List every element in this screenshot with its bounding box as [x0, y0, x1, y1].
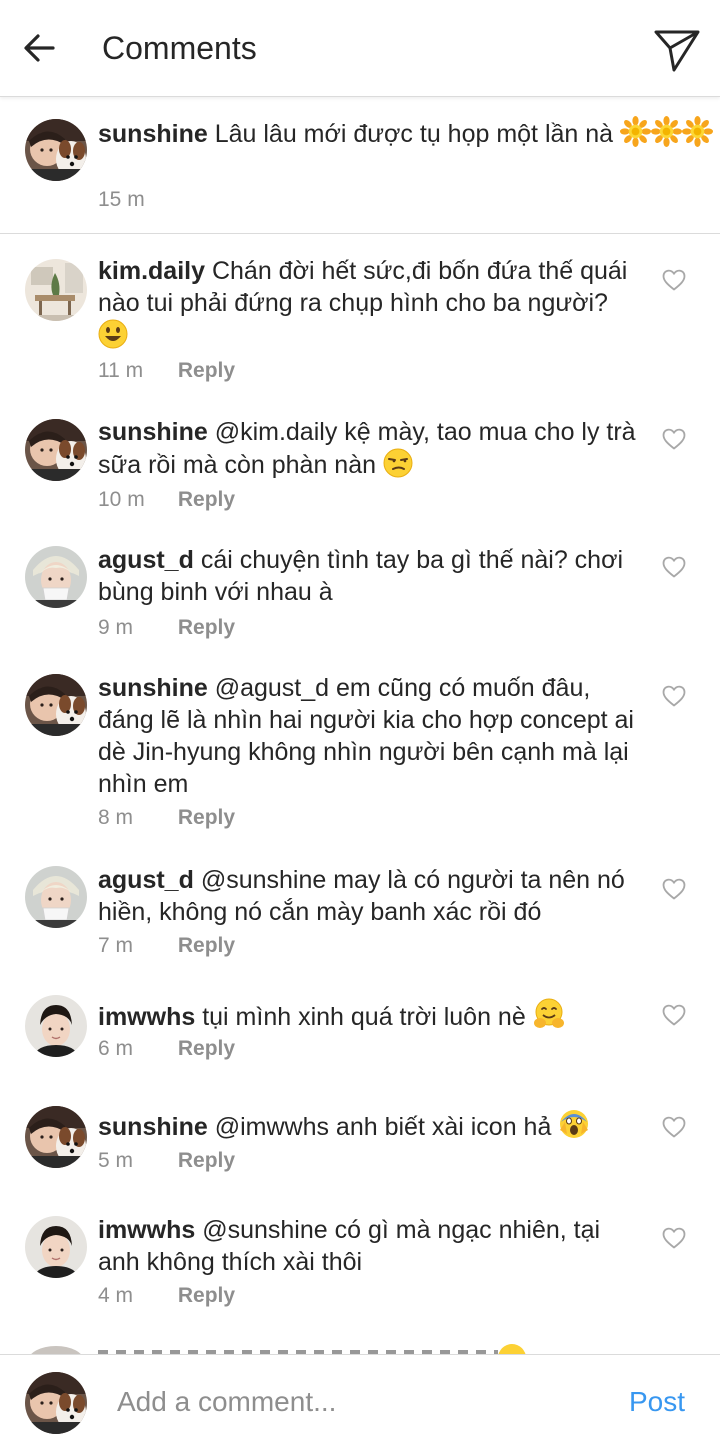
- sunflower-emoji-icon: [651, 116, 682, 147]
- comment-meta: 10 m Reply: [98, 488, 235, 512]
- avatar[interactable]: [25, 119, 87, 181]
- back-button[interactable]: [20, 28, 60, 68]
- heart-icon[interactable]: [662, 269, 686, 291]
- comment-composer: Post: [0, 1354, 720, 1447]
- reply-button[interactable]: Reply: [178, 359, 235, 382]
- comment-item: kim.daily Chán đời hết sức,đi bốn đứa th…: [0, 235, 720, 395]
- comment-item: imwwhs @sunshine có gì mà ngạc nhiên, tạ…: [0, 1198, 720, 1340]
- heart-icon[interactable]: [662, 1004, 686, 1026]
- share-button[interactable]: [652, 26, 702, 74]
- hugging-emoji-icon: [533, 998, 564, 1028]
- avatar[interactable]: [25, 259, 87, 321]
- comment-text: agust_d @sunshine may là có người ta nên…: [98, 864, 644, 928]
- comment-meta: 15 m: [98, 188, 145, 212]
- reply-button[interactable]: Reply: [178, 1149, 235, 1172]
- sunflower-emoji-icon: [620, 116, 651, 147]
- comment-item: sunshine @imwwhs anh biết xài icon hả 5 …: [0, 1086, 720, 1198]
- heart-icon[interactable]: [662, 685, 686, 707]
- comment-item: sunshine @agust_d em cũng có muốn đâu, đ…: [0, 656, 720, 848]
- avatar[interactable]: [25, 419, 87, 481]
- comment-meta: 6 m Reply: [98, 1037, 235, 1061]
- arrow-left-icon: [24, 34, 55, 62]
- heart-icon[interactable]: [662, 428, 686, 450]
- username[interactable]: imwwhs: [98, 1003, 195, 1031]
- heart-icon[interactable]: [662, 556, 686, 578]
- timestamp: 4 m: [98, 1284, 134, 1307]
- post-caption: sunshine Lâu lâu mới được tụ họp một lần…: [0, 98, 720, 234]
- username[interactable]: sunshine: [98, 1113, 208, 1141]
- avatar[interactable]: [25, 995, 87, 1057]
- comment-body: Lâu lâu mới được tụ họp một lần nà: [214, 120, 614, 148]
- comment-text: kim.daily Chán đời hết sức,đi bốn đứa th…: [98, 255, 644, 352]
- comment-body: tụi mình xinh quá trời luôn nè: [202, 1003, 526, 1031]
- username[interactable]: imwwhs: [98, 1216, 195, 1244]
- comment-meta: 11 m Reply: [98, 359, 235, 383]
- comment-body: @imwwhs anh biết xài icon hả: [214, 1113, 552, 1141]
- emoji-icon: [498, 1344, 526, 1354]
- comment-item: agust_d @sunshine may là có người ta nên…: [0, 848, 720, 976]
- comment-text: imwwhs @sunshine có gì mà ngạc nhiên, tạ…: [98, 1214, 644, 1278]
- reply-button[interactable]: Reply: [178, 806, 235, 829]
- heart-icon[interactable]: [662, 1116, 686, 1138]
- reply-button[interactable]: Reply: [178, 934, 235, 957]
- username[interactable]: agust_d: [98, 546, 194, 574]
- comment-meta: 4 m Reply: [98, 1284, 235, 1308]
- username[interactable]: sunshine: [98, 674, 208, 702]
- comment-text: sunshine @agust_d em cũng có muốn đâu, đ…: [98, 672, 644, 800]
- comment-text: agust_d cái chuyện tình tay ba gì thế nà…: [98, 544, 644, 608]
- page-title: Comments: [102, 30, 257, 66]
- comment-meta: 9 m Reply: [98, 616, 235, 640]
- comment-meta: 8 m Reply: [98, 806, 235, 830]
- comment-input[interactable]: [117, 1381, 597, 1423]
- comment-item: sunshine @kim.daily kệ mày, tao mua cho …: [0, 396, 720, 526]
- username[interactable]: agust_d: [98, 866, 194, 894]
- timestamp: 15 m: [98, 188, 145, 211]
- reply-button[interactable]: Reply: [178, 1037, 235, 1060]
- timestamp: 10 m: [98, 488, 145, 511]
- reply-button[interactable]: Reply: [178, 1284, 235, 1307]
- heart-icon[interactable]: [662, 1227, 686, 1249]
- timestamp: 6 m: [98, 1037, 134, 1060]
- top-bar: Comments: [0, 0, 720, 97]
- reply-button[interactable]: Reply: [178, 488, 235, 511]
- smiley-emoji-icon: [98, 319, 128, 349]
- comment-meta: 7 m Reply: [98, 934, 235, 958]
- caption-text: sunshine Lâu lâu mới được tụ họp một lần…: [98, 116, 718, 150]
- avatar: [25, 1372, 87, 1434]
- timestamp: 8 m: [98, 806, 134, 829]
- sunflower-emoji-icon: [682, 116, 713, 147]
- timestamp: 11 m: [98, 359, 144, 382]
- comment-item: agust_d cái chuyện tình tay ba gì thế nà…: [0, 526, 720, 656]
- paper-plane-icon: [654, 30, 700, 72]
- screaming-emoji-icon: [560, 1110, 589, 1138]
- avatar[interactable]: [25, 1106, 87, 1168]
- timestamp: 9 m: [98, 616, 134, 639]
- comment-text: sunshine @kim.daily kệ mày, tao mua cho …: [98, 416, 644, 481]
- post-button[interactable]: Post: [629, 1386, 685, 1418]
- username[interactable]: sunshine: [98, 418, 208, 446]
- avatar[interactable]: [25, 546, 87, 608]
- unamused-emoji-icon: [383, 448, 413, 478]
- comment-text: imwwhs tụi mình xinh quá trời luôn nè: [98, 998, 644, 1033]
- avatar[interactable]: [25, 674, 87, 736]
- comment-meta: 5 m Reply: [98, 1149, 235, 1173]
- timestamp: 7 m: [98, 934, 134, 957]
- partial-comment: [0, 1340, 720, 1354]
- timestamp: 5 m: [98, 1149, 134, 1172]
- comment-text: sunshine @imwwhs anh biết xài icon hả: [98, 1108, 644, 1143]
- username[interactable]: kim.daily: [98, 257, 205, 285]
- heart-icon[interactable]: [662, 878, 686, 900]
- comment-item: imwwhs tụi mình xinh quá trời luôn nè 6 …: [0, 976, 720, 1086]
- username[interactable]: sunshine: [98, 120, 208, 148]
- avatar[interactable]: [25, 1216, 87, 1278]
- reply-button[interactable]: Reply: [178, 616, 235, 639]
- avatar: [28, 1346, 84, 1354]
- avatar[interactable]: [25, 866, 87, 928]
